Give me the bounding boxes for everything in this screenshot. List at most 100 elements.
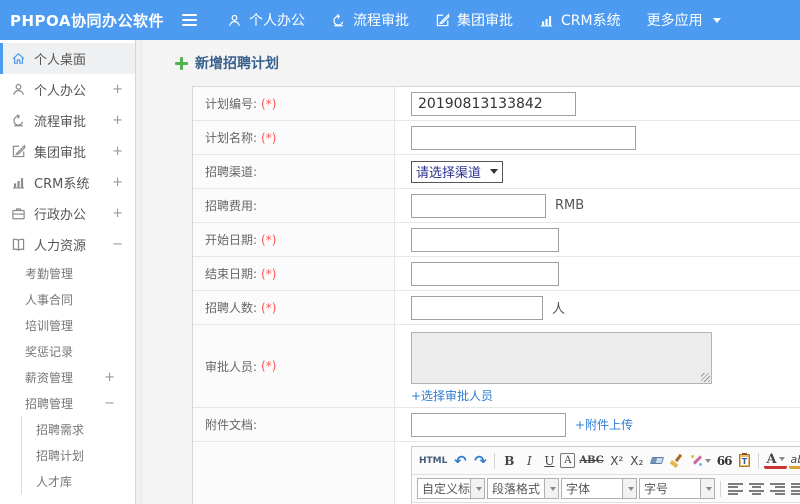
- attachment-input[interactable]: [411, 412, 566, 437]
- end-date-input[interactable]: [411, 261, 559, 286]
- topmenu-item-group-approval[interactable]: 集团审批: [435, 10, 513, 30]
- expand-toggle[interactable]: +: [112, 113, 123, 128]
- sidebar-subitem-reward-punishment[interactable]: 奖惩记录: [0, 338, 135, 364]
- sidebar-item-personal-desktop[interactable]: 个人桌面: [0, 43, 135, 74]
- paragraph-format-select[interactable]: 段落格式: [487, 478, 559, 499]
- sidebar-subitem-label: 人事合同: [25, 292, 74, 307]
- field-label-text: 招聘费用:: [205, 199, 258, 213]
- align-right-button[interactable]: [768, 479, 787, 499]
- underline-button[interactable]: U: [540, 451, 558, 471]
- eraser-button[interactable]: [648, 451, 666, 471]
- format-brush-button[interactable]: [668, 451, 686, 471]
- expand-toggle[interactable]: −: [112, 237, 123, 252]
- sidebar-subitem-salary-management[interactable]: 薪资管理 +: [0, 364, 135, 390]
- person-icon: [11, 82, 26, 97]
- sidebar-scrollbar[interactable]: [135, 40, 142, 504]
- sidebar-subitem-training-management[interactable]: 培训管理: [0, 312, 135, 338]
- sidebar-subtree: 招聘需求 招聘计划 人才库: [21, 416, 135, 494]
- sidebar-item-personal-office[interactable]: 个人办公 +: [0, 74, 135, 105]
- topmenu-item-label: 个人办公: [249, 13, 305, 29]
- field-label: 招聘渠道:: [193, 155, 395, 188]
- start-date-input[interactable]: [411, 227, 559, 252]
- editor-toolbar-row2: 自定义标题 段落格式 字体 字号: [412, 475, 800, 503]
- autotypeset-button[interactable]: [688, 451, 713, 471]
- page-title: 新增招聘计划: [195, 56, 279, 72]
- sidebar-item-admin-office[interactable]: 行政办公 +: [0, 198, 135, 229]
- recruit-channel-select[interactable]: 请选择渠道: [411, 160, 503, 183]
- caret-down-icon[interactable]: [470, 479, 484, 498]
- sidebar-subitem-attendance-management[interactable]: 考勤管理: [0, 260, 135, 286]
- edit-icon: [435, 12, 450, 28]
- caret-down-icon: [778, 457, 785, 461]
- toolbar-separator: [758, 452, 760, 469]
- resize-handle[interactable]: [701, 373, 710, 382]
- topmenu-item-label: 更多应用: [646, 13, 703, 29]
- blockquote-button[interactable]: 66: [715, 451, 734, 471]
- expand-toggle[interactable]: +: [112, 144, 123, 159]
- button-label: 66: [716, 453, 733, 468]
- sidebar-subitem-hr-contract[interactable]: 人事合同: [0, 286, 135, 312]
- form-row-attachment: 附件文档: +附件上传: [193, 408, 800, 442]
- font-border-button[interactable]: A: [560, 453, 576, 468]
- font-size-select[interactable]: 字号: [639, 478, 715, 499]
- caret-down-icon[interactable]: [622, 479, 636, 498]
- topmenu-item-crm-system[interactable]: CRM系统: [539, 10, 621, 30]
- expand-toggle[interactable]: +: [112, 206, 123, 221]
- approvers-textarea[interactable]: [411, 332, 712, 384]
- sidebar-item-group-approval[interactable]: 集团审批 +: [0, 136, 135, 167]
- sidebar-item-label: 个人桌面: [34, 53, 87, 68]
- topmenu-item-more-apps[interactable]: 更多应用: [647, 10, 721, 30]
- expand-toggle[interactable]: +: [112, 175, 123, 190]
- expand-toggle[interactable]: −: [104, 396, 115, 411]
- align-justify-icon: [791, 482, 800, 495]
- align-center-button[interactable]: [747, 479, 766, 499]
- subscript-button[interactable]: X₂: [628, 451, 646, 471]
- superscript-button[interactable]: X²: [608, 451, 626, 471]
- strikethrough-button[interactable]: ABC: [577, 451, 605, 471]
- sidebar-item-label: 人力资源: [34, 239, 87, 254]
- custom-title-select[interactable]: 自定义标题: [417, 478, 485, 499]
- font-family-select[interactable]: 字体: [561, 478, 637, 499]
- app-logo[interactable]: PHPOA协同办公软件: [0, 10, 182, 31]
- field-value: [395, 87, 800, 120]
- recruit-count-input[interactable]: [411, 295, 543, 320]
- field-label: 计划编号: (*): [193, 87, 395, 120]
- undo-button[interactable]: ↶: [451, 451, 469, 471]
- menu-toggle-icon[interactable]: [182, 11, 197, 29]
- sidebar-subitem-recruit-plan[interactable]: 招聘计划: [22, 442, 135, 468]
- field-value: +选择审批人员: [395, 325, 800, 407]
- sidebar-subitem-recruit-demand[interactable]: 招聘需求: [22, 416, 135, 442]
- plan-number-input[interactable]: [411, 91, 576, 116]
- sidebar-item-human-resources[interactable]: 人力资源 −: [0, 229, 135, 260]
- bold-button[interactable]: B: [500, 451, 518, 471]
- italic-button[interactable]: I: [520, 451, 538, 471]
- topmenu-item-workflow-approval[interactable]: 流程审批: [331, 10, 409, 30]
- caret-down-icon[interactable]: [700, 479, 714, 498]
- highlight-color-button[interactable]: ab: [788, 452, 800, 469]
- expand-toggle[interactable]: +: [112, 82, 123, 97]
- align-left-button[interactable]: [726, 479, 745, 499]
- align-justify-button[interactable]: [789, 479, 800, 499]
- edit-icon: [11, 144, 26, 159]
- expand-toggle[interactable]: +: [104, 370, 115, 385]
- field-label-text: 开始日期:: [205, 233, 258, 247]
- caret-down-icon[interactable]: [544, 479, 558, 498]
- paste-text-button[interactable]: [735, 451, 753, 471]
- button-label: ↷: [474, 451, 487, 470]
- sidebar-item-crm-system[interactable]: CRM系统 +: [0, 167, 135, 198]
- font-color-button[interactable]: A: [764, 452, 787, 469]
- recruit-cost-input[interactable]: [411, 193, 546, 218]
- html-source-button[interactable]: HTML: [417, 451, 449, 471]
- plan-name-input[interactable]: [411, 125, 636, 150]
- redo-button[interactable]: ↷: [471, 451, 489, 471]
- field-label: 审批人员: (*): [193, 325, 395, 407]
- sidebar-subitem-talent-pool[interactable]: 人才库: [22, 468, 135, 494]
- sidebar-subitem-recruitment-management[interactable]: 招聘管理 −: [0, 390, 135, 416]
- attachment-link[interactable]: +附件上传: [575, 416, 633, 433]
- approvers-link[interactable]: +选择审批人员: [411, 387, 493, 404]
- sidebar-subitem-label: 考勤管理: [25, 266, 74, 281]
- topmenu-item-personal-office[interactable]: 个人办公: [227, 10, 305, 30]
- button-label: U: [544, 453, 555, 468]
- sidebar-item-label: CRM系统: [34, 177, 90, 192]
- sidebar-item-workflow-approval[interactable]: 流程审批 +: [0, 105, 135, 136]
